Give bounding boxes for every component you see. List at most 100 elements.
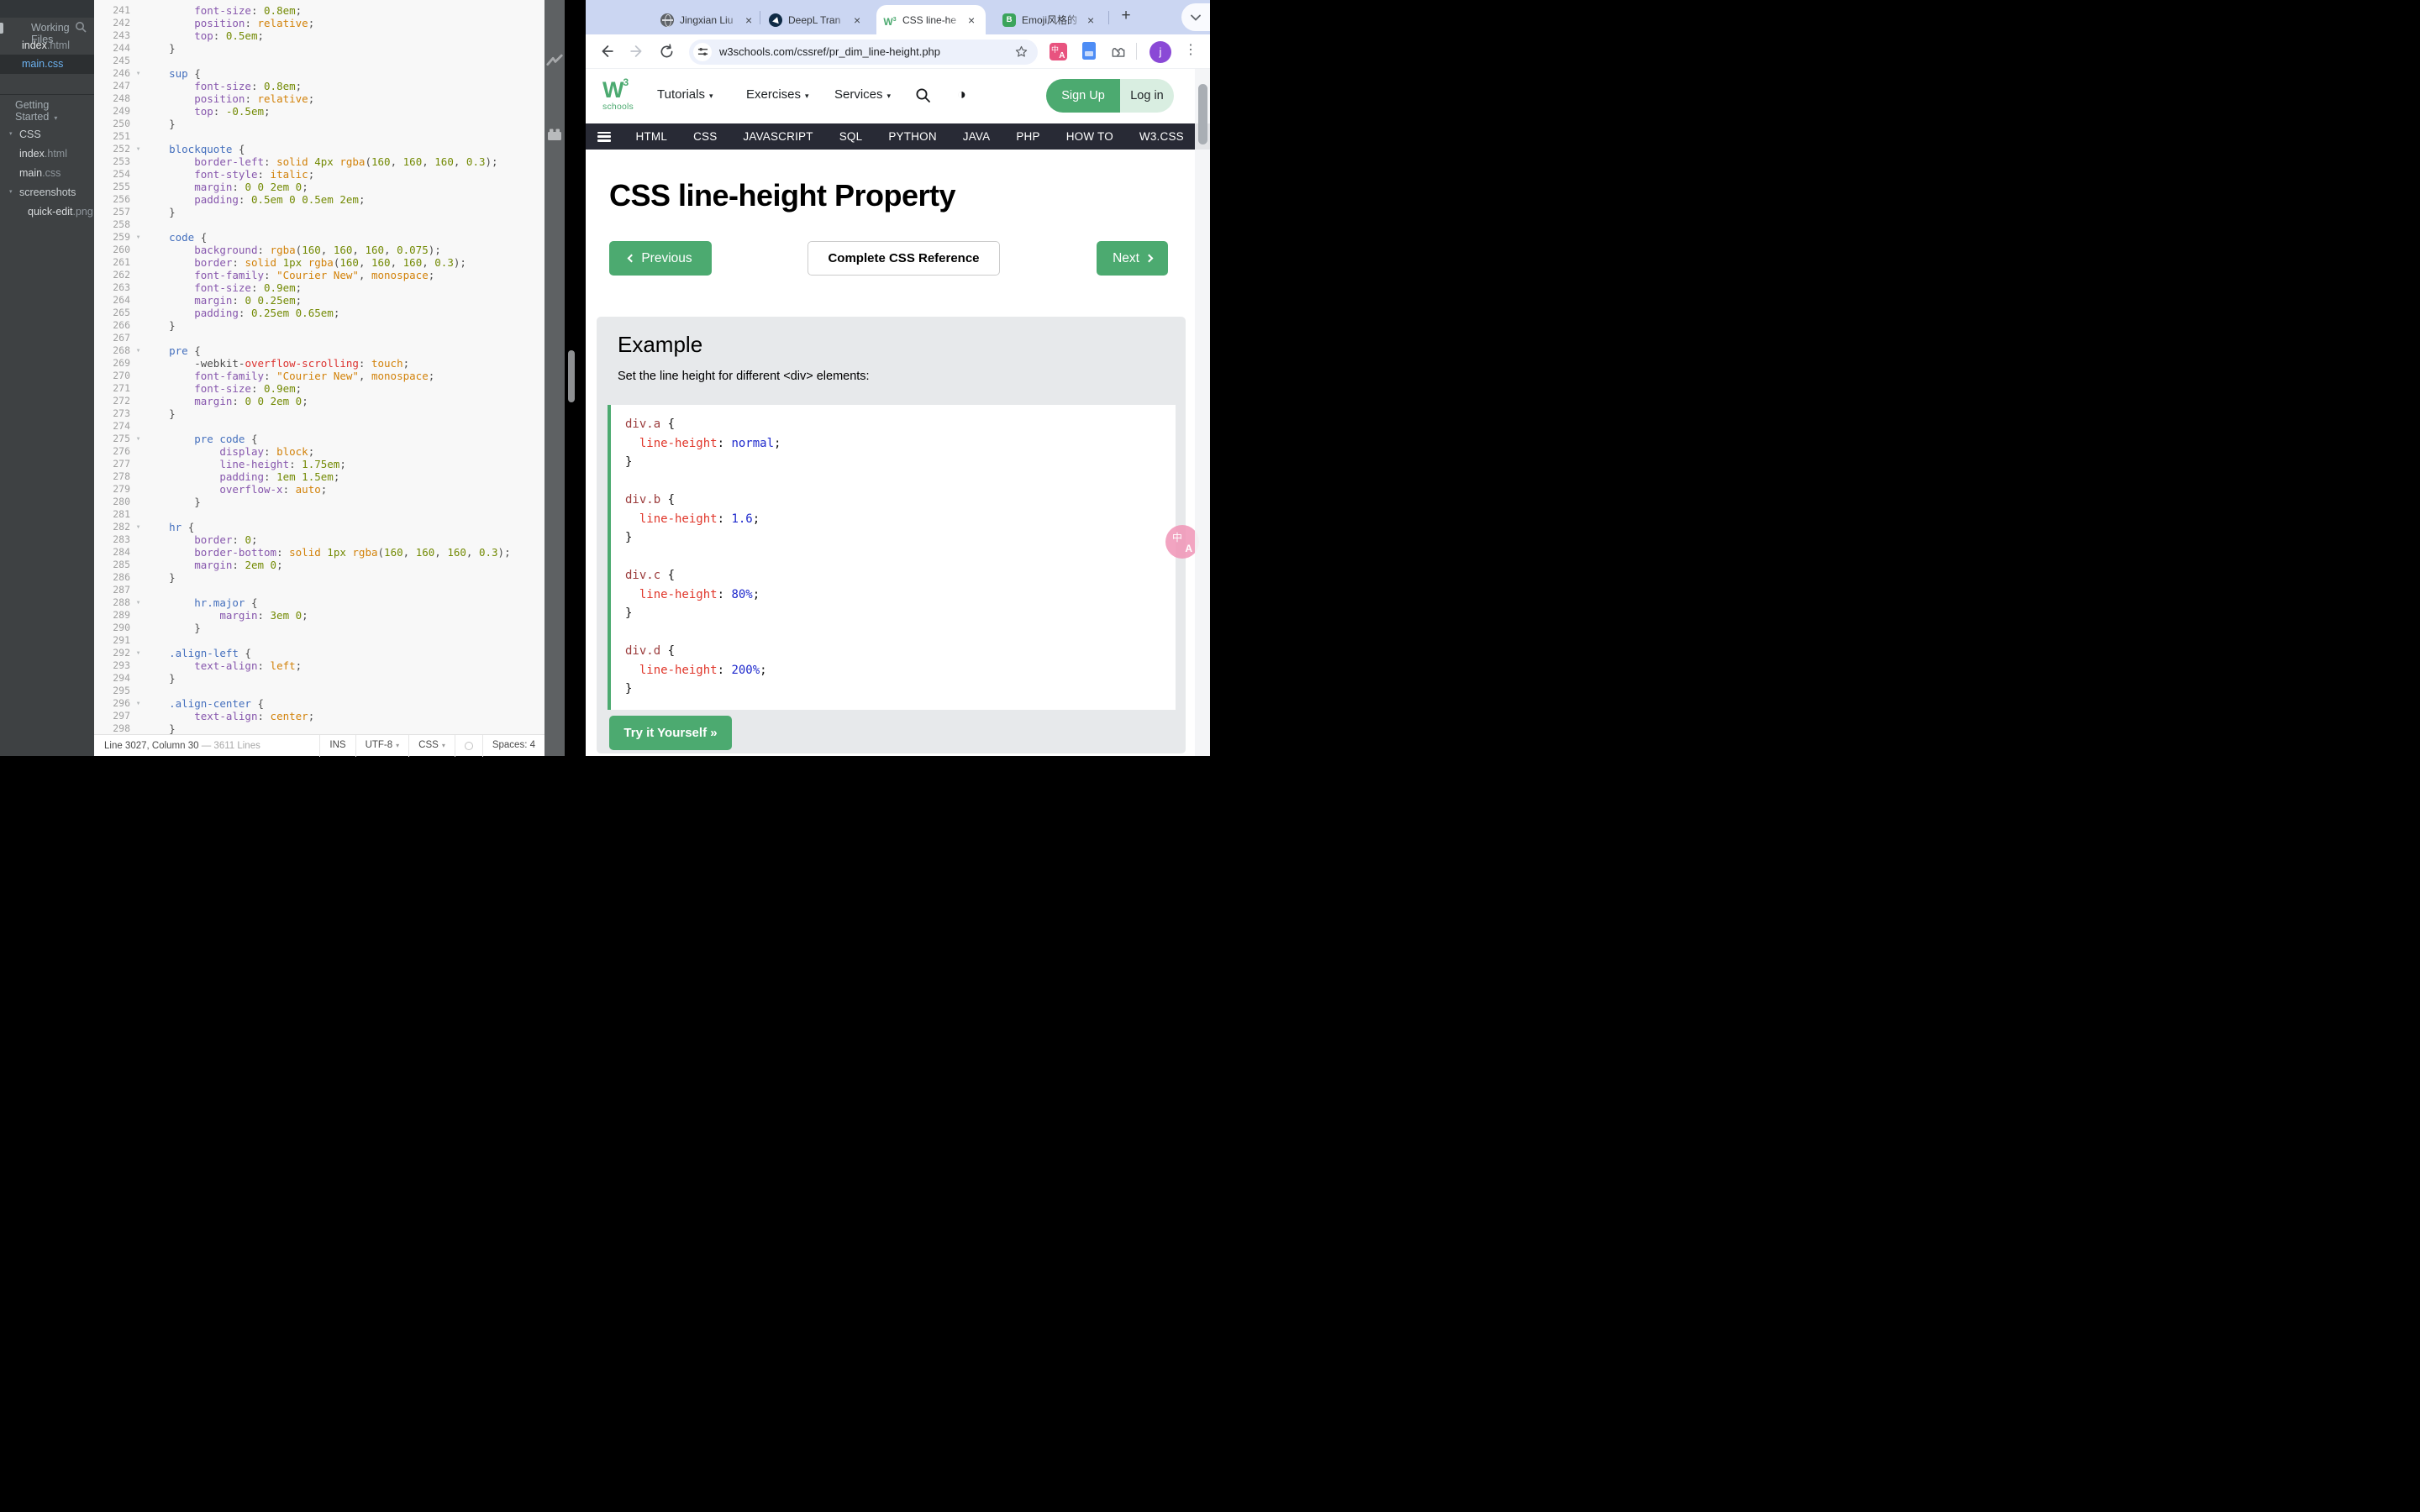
try-it-yourself-button[interactable]: Try it Yourself » xyxy=(609,716,732,750)
bookmark-star-icon[interactable] xyxy=(1014,45,1028,59)
menu-tutorials[interactable]: Tutorials▾ xyxy=(657,87,713,102)
code-line: 245 xyxy=(94,55,544,67)
browser-menu-icon[interactable]: ⋮ xyxy=(1184,41,1197,58)
fold-arrow-icon[interactable]: ▼ xyxy=(133,67,144,80)
line-number: 265 xyxy=(94,307,133,319)
fold-gutter xyxy=(133,571,144,584)
back-button[interactable] xyxy=(597,42,616,60)
previous-button[interactable]: Previous xyxy=(609,241,712,276)
tree-file-index.html[interactable]: index.html xyxy=(0,145,94,162)
status-indicator-circle[interactable] xyxy=(455,735,482,757)
working-file-index.html[interactable]: index.html xyxy=(0,36,94,55)
tab-title: DeepL Tran xyxy=(788,14,852,26)
tree-folder-screenshots[interactable]: ▾screenshots xyxy=(0,184,94,201)
code-line: 252▼ blockquote { xyxy=(94,143,544,155)
line-number: 281 xyxy=(94,508,133,521)
fold-arrow-icon[interactable]: ▼ xyxy=(133,344,144,357)
next-button[interactable]: Next xyxy=(1097,241,1168,276)
log-in-button[interactable]: Log in xyxy=(1120,79,1174,113)
tab-close-icon[interactable]: × xyxy=(968,14,975,26)
code-line: 278 padding: 1em 1.5em; xyxy=(94,470,544,483)
dark-mode-toggle-icon[interactable]: ◑ xyxy=(957,86,966,103)
brackets-editor-window: 241 font-size: 0.8em;242 position: relat… xyxy=(0,0,565,756)
browser-tab-4[interactable]: BEmoji风格的× xyxy=(996,5,1105,34)
reload-button[interactable] xyxy=(658,43,676,60)
nav-item-w3-css[interactable]: W3.CSS xyxy=(1126,130,1197,143)
tab-search-button[interactable] xyxy=(1181,3,1210,31)
fold-arrow-icon[interactable]: ▼ xyxy=(133,596,144,609)
fold-arrow-icon[interactable]: ▼ xyxy=(133,231,144,244)
w3schools-logo[interactable]: W3schools xyxy=(602,77,634,112)
fold-gutter xyxy=(133,118,144,130)
profile-avatar[interactable]: j xyxy=(1150,41,1171,63)
tree-file-quick-edit.png[interactable]: quick-edit.png xyxy=(0,203,94,220)
nav-item-javascript[interactable]: JAVASCRIPT xyxy=(730,130,826,143)
fold-gutter xyxy=(133,130,144,143)
code-line: 247 font-size: 0.8em; xyxy=(94,80,544,92)
status-ins[interactable]: INS xyxy=(319,735,355,757)
floating-translate-button[interactable]: 中A xyxy=(1165,525,1199,559)
extension-manager-icon[interactable] xyxy=(547,128,562,141)
code-text: font-size: 0.9em; xyxy=(144,382,302,395)
search-icon[interactable] xyxy=(75,21,87,33)
tab-close-icon[interactable]: × xyxy=(1087,14,1094,26)
tab-title: Emoji风格的 xyxy=(1022,13,1086,27)
reading-list-extension-icon[interactable] xyxy=(1082,42,1096,60)
css-reference-button[interactable]: Complete CSS Reference xyxy=(808,241,1000,276)
code-line: 273 } xyxy=(94,407,544,420)
page-scrollbar-thumb[interactable] xyxy=(1198,84,1207,144)
browser-tab-1[interactable]: Jingxian Liu× xyxy=(654,5,763,34)
status-spaces[interactable]: Spaces: 4 xyxy=(482,735,544,757)
fold-arrow-icon[interactable]: ▼ xyxy=(133,521,144,533)
menu-exercises[interactable]: Exercises▾ xyxy=(746,87,809,102)
tree-folder-CSS[interactable]: ▾CSS xyxy=(0,126,94,143)
fold-arrow-icon[interactable]: ▼ xyxy=(133,697,144,710)
search-icon[interactable] xyxy=(915,87,931,103)
tab-close-icon[interactable]: × xyxy=(854,14,860,26)
translate-extension-icon[interactable]: 中A xyxy=(1050,43,1067,60)
window-scrollbar-thumb[interactable] xyxy=(568,350,575,402)
nav-item-sql[interactable]: SQL xyxy=(826,130,876,143)
browser-tab-2[interactable]: DeepL Tran× xyxy=(762,5,871,34)
fold-arrow-icon[interactable]: ▼ xyxy=(133,433,144,445)
status-utf-8[interactable]: UTF-8▾ xyxy=(355,735,409,757)
site-settings-icon[interactable] xyxy=(693,43,712,61)
nav-item-php[interactable]: PHP xyxy=(1003,130,1053,143)
code-text: } xyxy=(144,42,176,55)
menu-services[interactable]: Services▾ xyxy=(834,87,891,102)
extensions-puzzle-icon[interactable] xyxy=(1110,42,1127,59)
status-css[interactable]: CSS▾ xyxy=(408,735,455,757)
sign-up-button[interactable]: Sign Up xyxy=(1046,79,1120,113)
url-text[interactable]: w3schools.com/cssref/pr_dim_line-height.… xyxy=(719,45,1014,58)
page-scrollbar[interactable] xyxy=(1195,69,1210,756)
forward-button[interactable] xyxy=(628,42,646,60)
folder-expand-icon[interactable]: ▾ xyxy=(9,184,13,201)
code-line: 253 border-left: solid 4px rgba(160, 160… xyxy=(94,155,544,168)
hamburger-menu-icon[interactable] xyxy=(597,132,611,142)
nav-item-html[interactable]: HTML xyxy=(623,130,681,143)
nav-item-css[interactable]: CSS xyxy=(681,130,730,143)
working-file-main.css[interactable]: main.css xyxy=(0,55,94,73)
fold-arrow-icon[interactable]: ▼ xyxy=(133,647,144,659)
nav-item-python[interactable]: PYTHON xyxy=(876,130,950,143)
fold-gutter xyxy=(133,672,144,685)
project-name[interactable]: Getting Started▾ xyxy=(15,99,94,123)
tab-close-icon[interactable]: × xyxy=(745,14,752,26)
nav-item-java[interactable]: JAVA xyxy=(950,130,1003,143)
address-bar[interactable]: w3schools.com/cssref/pr_dim_line-height.… xyxy=(689,39,1038,65)
browser-tab-3[interactable]: W3CSS line-he× xyxy=(876,5,986,34)
folder-expand-icon[interactable]: ▾ xyxy=(9,126,13,143)
live-preview-icon[interactable] xyxy=(545,52,564,71)
code-editor[interactable]: 241 font-size: 0.8em;242 position: relat… xyxy=(94,0,544,734)
line-number: 275 xyxy=(94,433,133,445)
tree-file-main.css[interactable]: main.css xyxy=(0,165,94,181)
code-line: 271 font-size: 0.9em; xyxy=(94,382,544,395)
new-tab-button[interactable]: + xyxy=(1116,7,1136,25)
code-text: border: 0; xyxy=(144,533,258,546)
fold-arrow-icon[interactable]: ▼ xyxy=(133,143,144,155)
code-line: 244 } xyxy=(94,42,544,55)
nav-item-how-to[interactable]: HOW TO xyxy=(1053,130,1126,143)
code-line: 290 } xyxy=(94,622,544,634)
code-text: .align-left { xyxy=(144,647,251,659)
sidebar-divider xyxy=(0,73,94,74)
